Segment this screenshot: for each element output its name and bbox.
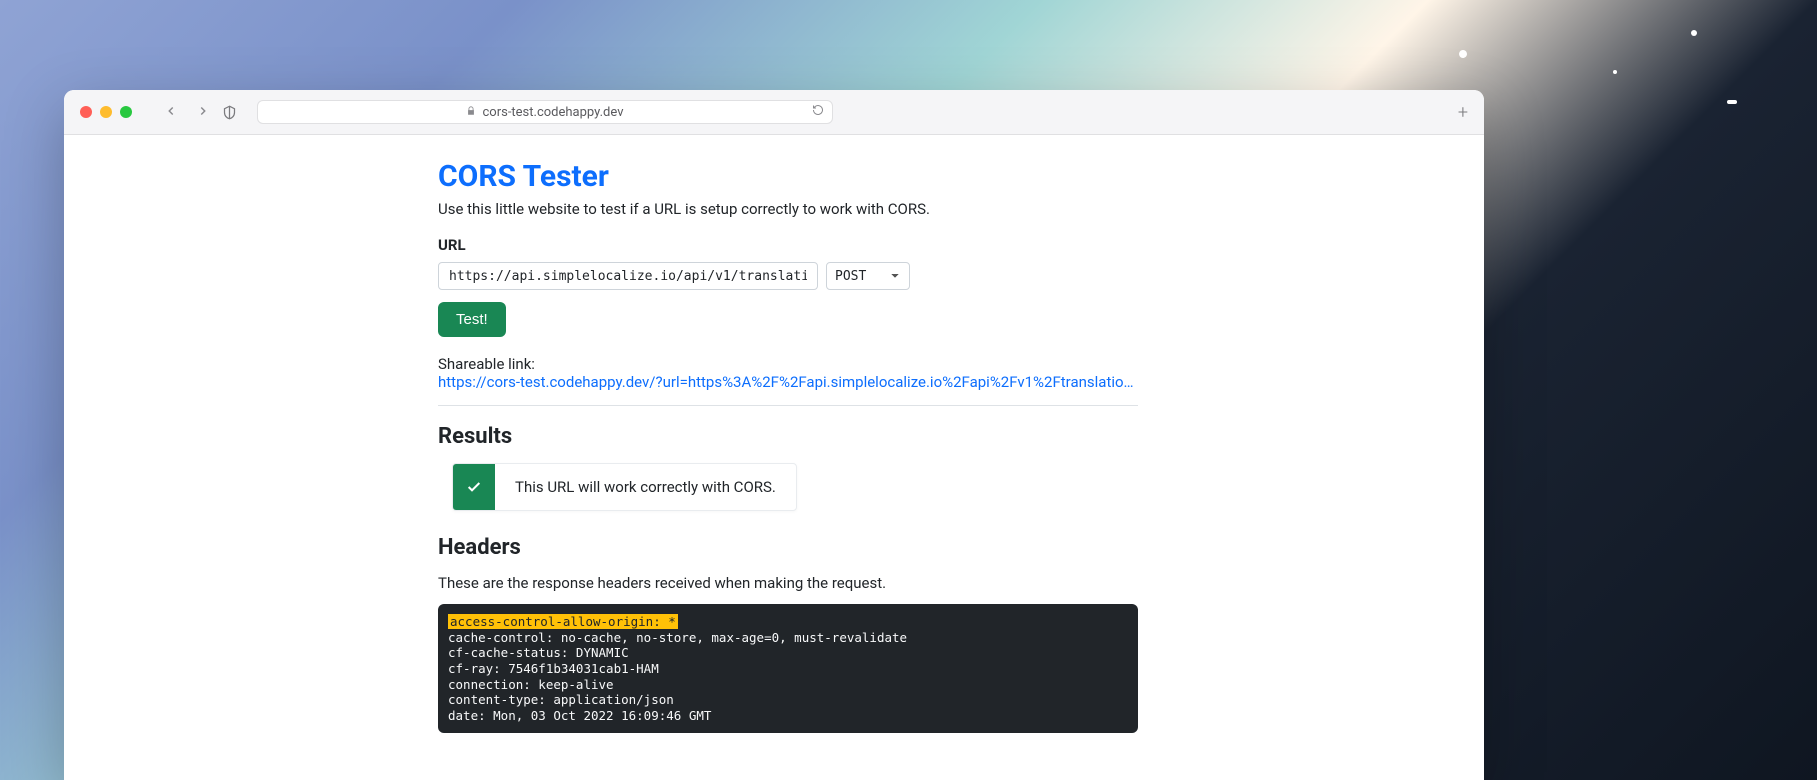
- lock-icon: [466, 106, 476, 119]
- address-bar[interactable]: cors-test.codehappy.dev: [257, 100, 833, 124]
- test-button[interactable]: Test!: [438, 302, 506, 337]
- page-content: CORS Tester Use this little website to t…: [64, 135, 1484, 780]
- address-text: cors-test.codehappy.dev: [482, 105, 623, 120]
- shareable-link[interactable]: https://cors-test.codehappy.dev/?url=htt…: [438, 373, 1138, 391]
- header-line: content-type: application/json: [448, 692, 674, 707]
- url-input[interactable]: [438, 262, 818, 290]
- divider: [438, 405, 1138, 406]
- url-label: URL: [438, 236, 1138, 254]
- forward-button[interactable]: [196, 103, 210, 122]
- browser-window: cors-test.codehappy.dev + CORS Tester Us…: [64, 90, 1484, 780]
- page-subtitle: Use this little website to test if a URL…: [438, 200, 1138, 218]
- window-controls: [80, 106, 132, 118]
- result-message: This URL will work correctly with CORS.: [495, 464, 796, 510]
- new-tab-button[interactable]: +: [1458, 102, 1468, 123]
- header-line: connection: keep-alive: [448, 677, 614, 692]
- header-line: date: Mon, 03 Oct 2022 16:09:46 GMT: [448, 708, 711, 723]
- header-line: cache-control: no-cache, no-store, max-a…: [448, 630, 907, 645]
- method-select[interactable]: POST: [826, 262, 910, 290]
- headers-subtitle: These are the response headers received …: [438, 574, 1138, 592]
- highlighted-header: access-control-allow-origin: *: [448, 614, 678, 629]
- header-line: cf-ray: 7546f1b34031cab1-HAM: [448, 661, 659, 676]
- headers-heading: Headers: [438, 535, 1138, 560]
- page-title: CORS Tester: [438, 159, 1138, 194]
- minimize-window-button[interactable]: [100, 106, 112, 118]
- headers-code-block: access-control-allow-origin: * cache-con…: [438, 604, 1138, 733]
- results-heading: Results: [438, 424, 1138, 449]
- result-card: This URL will work correctly with CORS.: [452, 463, 797, 511]
- maximize-window-button[interactable]: [120, 106, 132, 118]
- close-window-button[interactable]: [80, 106, 92, 118]
- header-line: cf-cache-status: DYNAMIC: [448, 645, 629, 660]
- reload-button[interactable]: [812, 104, 824, 120]
- privacy-shield-icon[interactable]: [222, 105, 237, 120]
- shareable-link-label: Shareable link:: [438, 355, 1138, 373]
- back-button[interactable]: [164, 103, 178, 122]
- browser-titlebar: cors-test.codehappy.dev +: [64, 90, 1484, 135]
- check-icon: [453, 464, 495, 510]
